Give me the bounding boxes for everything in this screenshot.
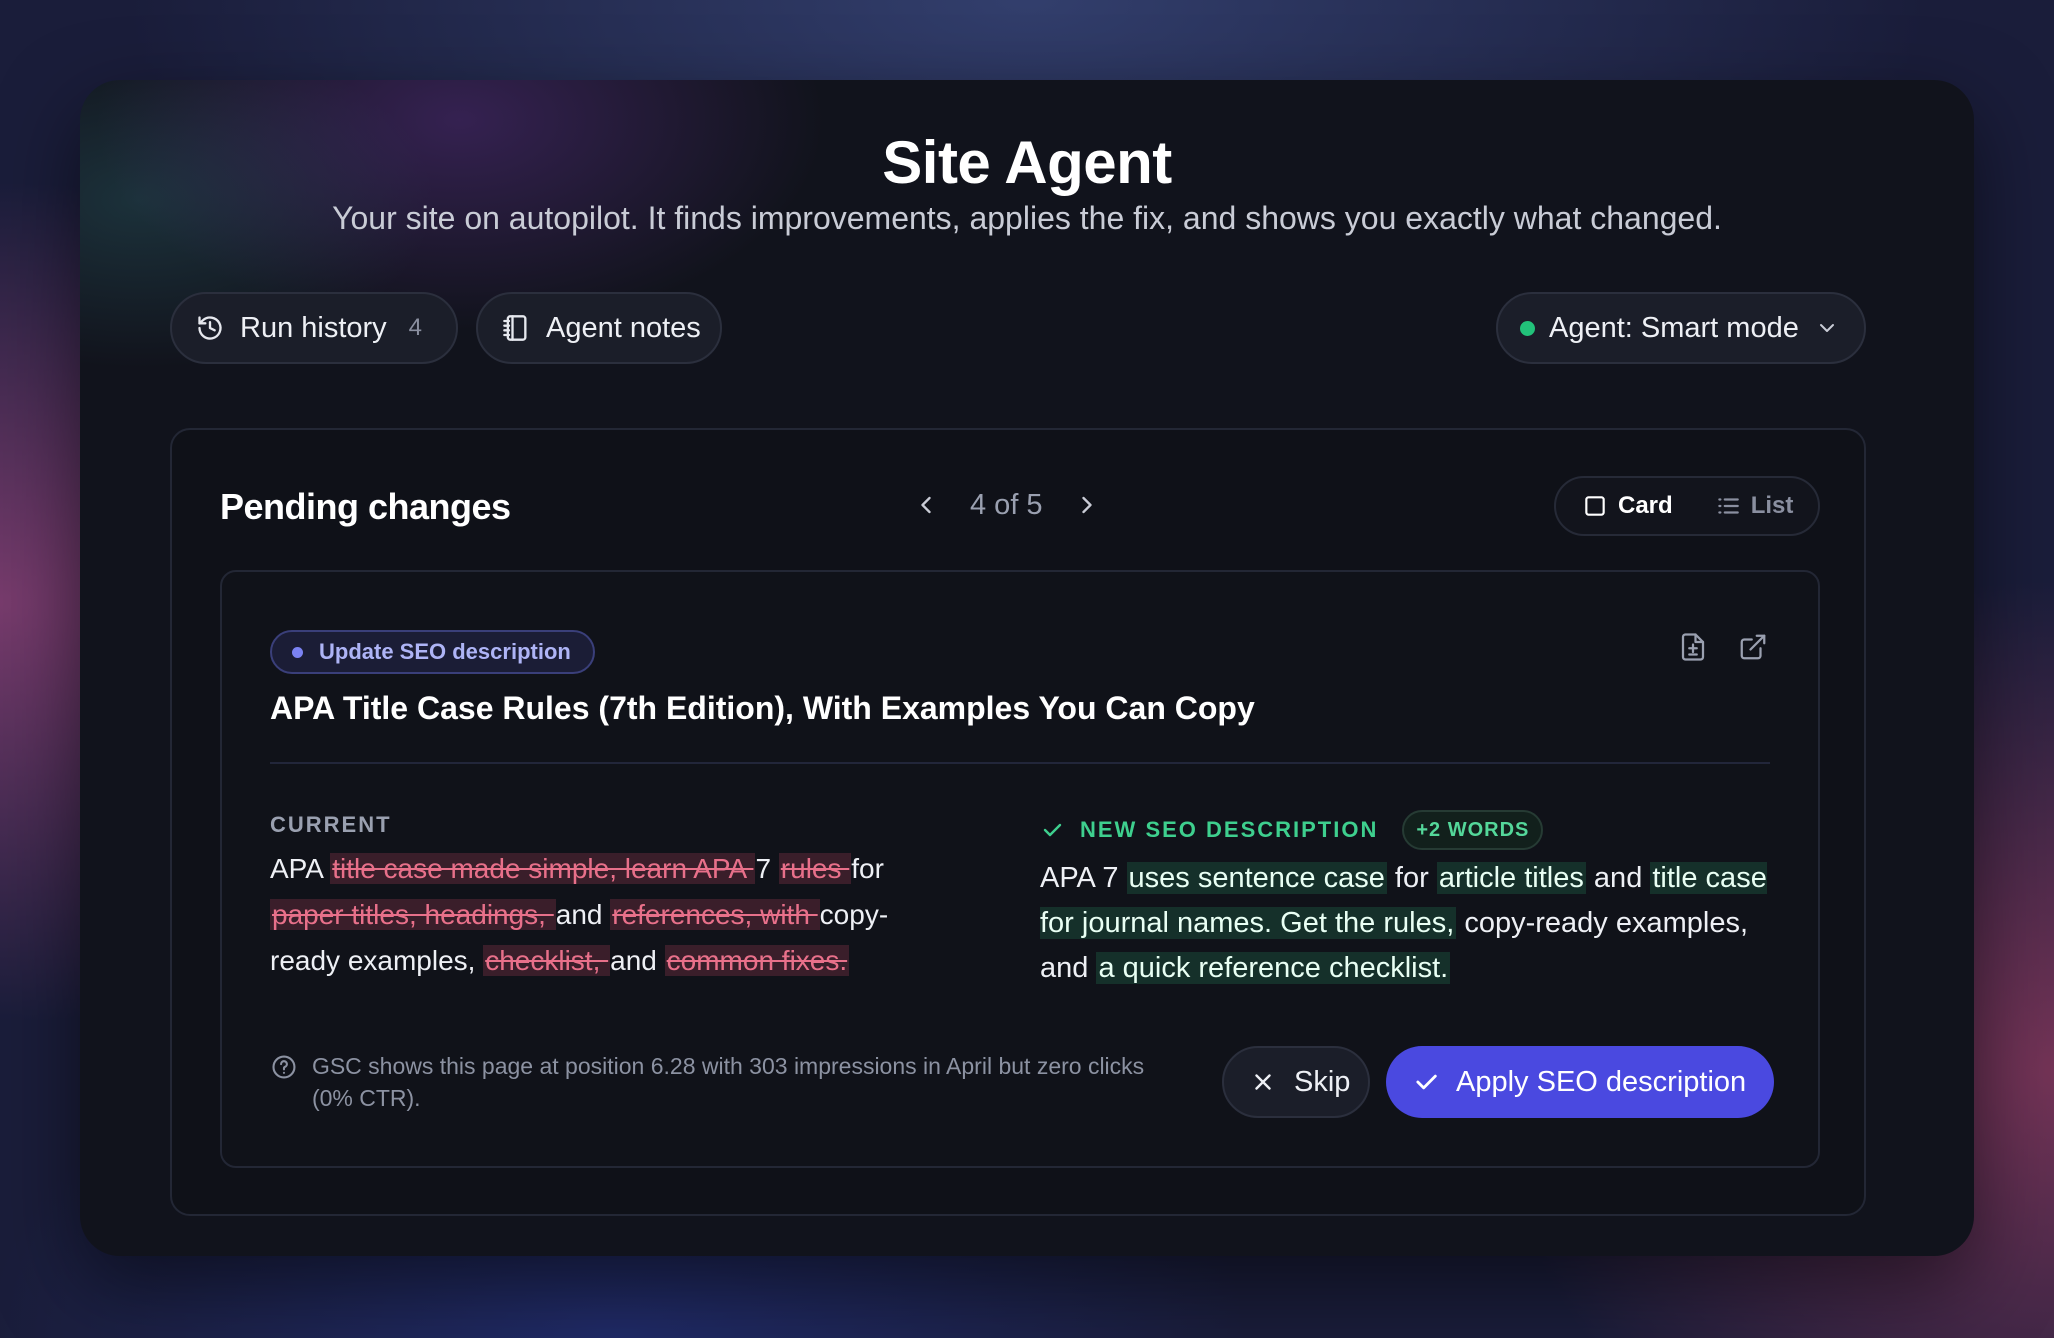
badge-dot <box>292 646 303 658</box>
text-segment: and <box>610 945 665 976</box>
skip-label: Skip <box>1294 1065 1351 1098</box>
site-agent-panel: Site Agent Your site on autopilot. It fi… <box>80 80 1974 1256</box>
run-history-button[interactable]: Run history 4 <box>170 292 458 364</box>
agent-notes-button[interactable]: Agent notes <box>476 292 722 364</box>
current-description: APA title case made simple, learn APA 7 … <box>270 846 930 984</box>
chevron-right-icon[interactable] <box>1073 491 1101 519</box>
file-diff-icon[interactable] <box>1678 632 1708 662</box>
view-list-label: List <box>1750 492 1794 519</box>
agent-notes-label: Agent notes <box>546 311 701 344</box>
pager: 4 of 5 <box>912 480 1101 530</box>
page-subtitle: Your site on autopilot. It finds improve… <box>332 200 1722 236</box>
external-link-icon[interactable] <box>1738 632 1768 662</box>
deleted-segment: checklist, <box>483 945 611 976</box>
apply-label: Apply SEO description <box>1456 1065 1747 1098</box>
notebook-icon <box>503 315 527 341</box>
reason: GSC shows this page at position 6.28 wit… <box>270 1050 1170 1114</box>
check-icon <box>1416 1074 1437 1090</box>
change-type-badge: Update SEO description <box>270 630 595 674</box>
view-list-option[interactable]: List <box>1715 492 1794 520</box>
deleted-segment: rules <box>778 853 852 884</box>
run-history-label: Run history <box>240 311 387 344</box>
chevron-left-icon[interactable] <box>912 491 940 519</box>
inserted-segment: a quick reference checklist. <box>1096 952 1451 984</box>
text-segment: APA 7 <box>1040 862 1127 894</box>
skip-button[interactable]: Skip <box>1222 1046 1370 1118</box>
new-description-label: NEW SEO DESCRIPTION <box>1080 817 1379 842</box>
text-segment: and <box>555 899 611 930</box>
reason-text: GSC shows this page at position 6.28 wit… <box>311 1053 1145 1111</box>
deleted-segment: references, with <box>610 899 820 930</box>
current-label: CURRENT <box>270 812 392 837</box>
pending-changes-title: Pending changes <box>220 486 511 527</box>
pager-text: 4 of 5 <box>970 488 1043 521</box>
card-actions <box>1678 632 1768 662</box>
change-card: Update SEO description APA Title Case Ru… <box>220 570 1820 1168</box>
agent-mode-dropdown[interactable]: Agent: Smart mode <box>1496 292 1866 364</box>
divider <box>270 762 1770 764</box>
inserted-segment: uses sentence case <box>1126 862 1387 894</box>
text-segment: APA <box>270 853 331 884</box>
history-icon <box>198 316 222 340</box>
view-card-label: Card <box>1618 492 1673 519</box>
chevron-down-icon <box>1819 324 1834 332</box>
page-title: Site Agent <box>882 129 1172 196</box>
text-segment: for <box>1386 862 1437 894</box>
pending-changes-section: Pending changes 4 of 5 Card List Update … <box>170 428 1866 1216</box>
close-icon <box>1255 1074 1271 1090</box>
agent-mode-label: Agent: Smart mode <box>1549 311 1799 344</box>
deleted-segment: common fixes. <box>664 945 850 976</box>
help-circle-icon <box>272 1055 296 1079</box>
new-description: APA 7 uses sentence case for article tit… <box>1040 856 1780 991</box>
text-segment: for <box>851 853 884 884</box>
page-title-heading: APA Title Case Rules (7th Edition), With… <box>270 690 1255 726</box>
status-dot <box>1520 320 1535 336</box>
apply-seo-description-button[interactable]: Apply SEO description <box>1386 1046 1774 1118</box>
inserted-segment: article titles <box>1436 862 1586 894</box>
text-segment: 7 <box>755 853 779 884</box>
deleted-segment: title case made simple, learn APA <box>330 853 756 884</box>
list-view-icon <box>1717 498 1739 514</box>
view-card-option[interactable]: Card <box>1582 492 1673 520</box>
run-history-count: 4 <box>408 314 423 341</box>
change-type-label: Update SEO description <box>319 639 571 664</box>
deleted-segment: paper titles, headings, <box>270 899 556 930</box>
text-segment: and <box>1585 862 1651 894</box>
view-toggle: Card List <box>1554 476 1820 536</box>
words-delta-badge: +2 WORDS <box>1402 810 1544 850</box>
check-icon <box>1043 823 1062 837</box>
card-view-icon <box>1585 496 1605 516</box>
new-description-header: NEW SEO DESCRIPTION +2 WORDS <box>1040 810 1544 850</box>
